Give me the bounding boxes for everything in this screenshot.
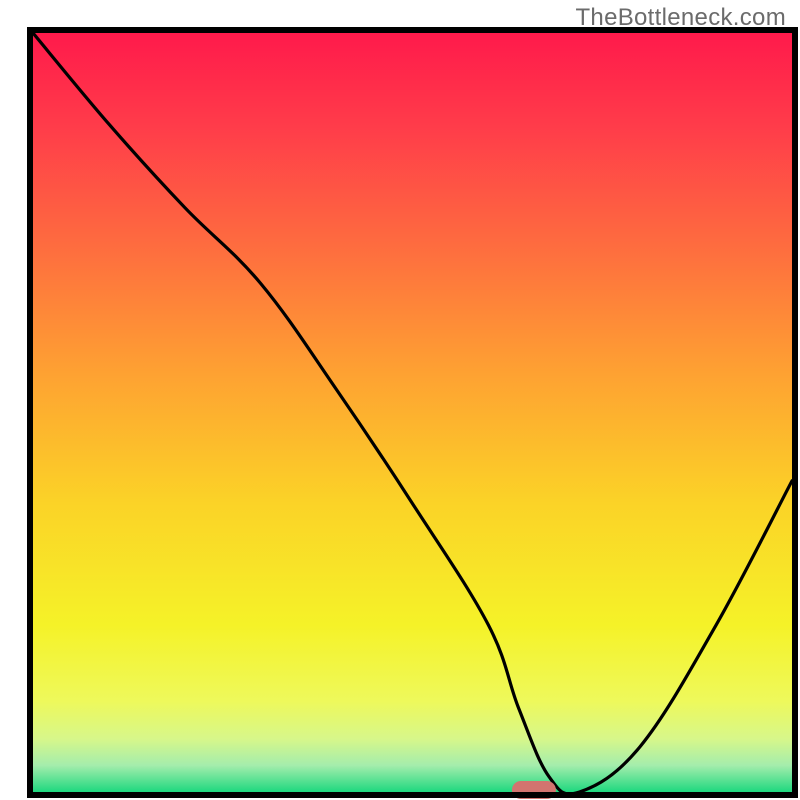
watermark-text: TheBottleneck.com xyxy=(575,4,786,32)
gradient-background xyxy=(33,33,792,792)
chart-stage: TheBottleneck.com xyxy=(0,0,800,800)
bottleneck-chart xyxy=(0,0,800,800)
